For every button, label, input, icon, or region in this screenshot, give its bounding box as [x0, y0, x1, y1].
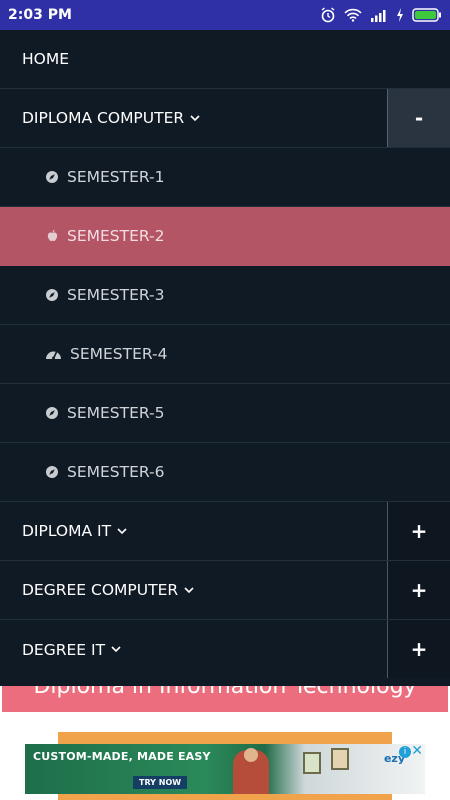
nav-subitem-label: SEMESTER-4 [70, 345, 168, 363]
nav-subitem-label: SEMESTER-2 [67, 227, 165, 245]
ad-person-image [233, 748, 269, 794]
chevron-down-icon [111, 646, 121, 653]
nav-subitem-semester-6[interactable]: SEMESTER-6 [0, 443, 450, 502]
signal-icon [371, 10, 386, 22]
close-icon[interactable]: ✕ [411, 744, 423, 758]
compass-icon [45, 288, 59, 302]
nav-subitem-label: SEMESTER-6 [67, 463, 165, 481]
ad-picture-frame [303, 752, 321, 774]
nav-item-label: DEGREE COMPUTER [22, 581, 179, 599]
nav-item-home[interactable]: HOME [0, 30, 450, 89]
nav-item-degree-computer[interactable]: DEGREE COMPUTER + [0, 561, 450, 620]
nav-subitem-label: SEMESTER-5 [67, 404, 165, 422]
battery-icon [412, 8, 441, 22]
nav-item-diploma-it[interactable]: DIPLOMA IT + [0, 502, 450, 561]
nav-subitem-label: SEMESTER-1 [67, 168, 165, 186]
expand-toggle-button[interactable]: + [387, 561, 450, 619]
navigation-drawer: HOME DIPLOMA COMPUTER - SEMESTER-1 SEMES… [0, 30, 450, 686]
nav-item-label: DIPLOMA IT [22, 522, 112, 540]
chevron-down-icon [184, 586, 194, 594]
expand-toggle-button[interactable]: + [387, 502, 450, 560]
status-bar: 2:03 PM [0, 0, 450, 30]
info-icon[interactable]: i [399, 746, 411, 758]
nav-subitem-label: SEMESTER-3 [67, 286, 165, 304]
compass-icon [45, 465, 59, 479]
nav-subitem-semester-4[interactable]: SEMESTER-4 [0, 325, 450, 384]
apple-icon [45, 229, 59, 243]
ad-cta-button[interactable]: TRY NOW [133, 776, 188, 789]
ad-banner[interactable]: CUSTOM-MADE, MADE EASY TRY NOW ezy i ✕ [25, 744, 425, 794]
chevron-down-icon [117, 527, 127, 535]
nav-subitem-semester-5[interactable]: SEMESTER-5 [0, 384, 450, 443]
nav-subitem-semester-2[interactable]: SEMESTER-2 [0, 207, 450, 266]
charging-icon [397, 8, 403, 22]
compass-icon [45, 170, 59, 184]
section-heading: Diploma in Information Technology [2, 686, 448, 712]
chevron-down-icon [190, 114, 200, 122]
wifi-icon [344, 8, 362, 22]
nav-item-degree-it[interactable]: DEGREE IT + [0, 620, 450, 679]
section-heading-text: Diploma in Information Technology [33, 686, 417, 699]
nav-item-label: DIPLOMA COMPUTER [22, 109, 185, 127]
status-time: 2:03 PM [8, 7, 72, 23]
nav-item-label: HOME [22, 50, 70, 68]
card-bottom-edge [58, 794, 392, 800]
card-top-edge [58, 732, 392, 744]
collapse-toggle-button[interactable]: - [387, 89, 450, 147]
nav-item-diploma-computer[interactable]: DIPLOMA COMPUTER - [0, 89, 450, 148]
expand-toggle-button[interactable]: + [387, 620, 450, 678]
compass-icon [45, 406, 59, 420]
status-icons [320, 7, 442, 23]
ad-headline: CUSTOM-MADE, MADE EASY [33, 750, 211, 763]
dashboard-icon [45, 347, 62, 361]
nav-item-label: DEGREE IT [22, 640, 106, 659]
page-content: Diploma in Information Technology CUSTOM… [0, 686, 450, 800]
alarm-icon [321, 7, 335, 23]
ad-picture-frame [331, 748, 349, 770]
nav-subitem-semester-1[interactable]: SEMESTER-1 [0, 148, 450, 207]
nav-subitem-semester-3[interactable]: SEMESTER-3 [0, 266, 450, 325]
